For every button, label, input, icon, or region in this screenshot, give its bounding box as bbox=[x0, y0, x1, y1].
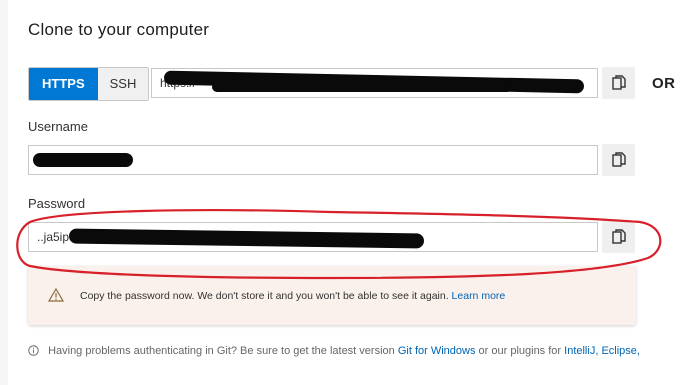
password-label: Password bbox=[28, 196, 86, 211]
copy-icon bbox=[612, 152, 626, 167]
redaction-mark bbox=[212, 82, 512, 92]
redaction-mark bbox=[68, 228, 425, 249]
or-label: OR bbox=[652, 75, 676, 92]
redaction-mark bbox=[33, 153, 133, 167]
https-button[interactable]: HTTPS bbox=[29, 68, 98, 100]
clone-url-field[interactable]: https:// bbox=[151, 68, 598, 98]
footer-text-middle: or our plugins for bbox=[478, 345, 562, 357]
protocol-toggle: HTTPS SSH bbox=[28, 67, 150, 101]
copy-password-button[interactable] bbox=[602, 221, 635, 253]
clone-panel: Clone to your computer HTTPS SSH https:/… bbox=[8, 0, 691, 385]
intellij-link[interactable]: IntelliJ, bbox=[564, 345, 598, 357]
warning-triangle-icon bbox=[48, 288, 64, 302]
copy-username-button[interactable] bbox=[602, 144, 635, 176]
help-footer: Having problems authenticating in Git? B… bbox=[28, 345, 640, 357]
footer-text: Having problems authenticating in Git? B… bbox=[48, 345, 395, 357]
learn-more-link[interactable]: Learn more bbox=[452, 290, 506, 302]
info-circle-icon bbox=[28, 345, 39, 356]
git-for-windows-link[interactable]: Git for Windows bbox=[398, 345, 476, 357]
warning-message: Copy the password now. We don't store it… bbox=[80, 290, 505, 302]
ssh-button[interactable]: SSH bbox=[97, 68, 149, 100]
copy-url-button[interactable] bbox=[602, 67, 635, 99]
copy-icon bbox=[612, 229, 626, 244]
username-field[interactable] bbox=[28, 145, 598, 175]
warning-text: Copy the password now. We don't store it… bbox=[80, 290, 449, 302]
eclipse-link[interactable]: Eclipse, bbox=[601, 345, 640, 357]
password-warning-box: Copy the password now. We don't store it… bbox=[28, 266, 636, 325]
copy-icon bbox=[612, 75, 626, 90]
username-label: Username bbox=[28, 119, 88, 134]
password-field[interactable]: ..ja5ipd26... bbox=[28, 222, 598, 252]
panel-title: Clone to your computer bbox=[28, 20, 210, 39]
